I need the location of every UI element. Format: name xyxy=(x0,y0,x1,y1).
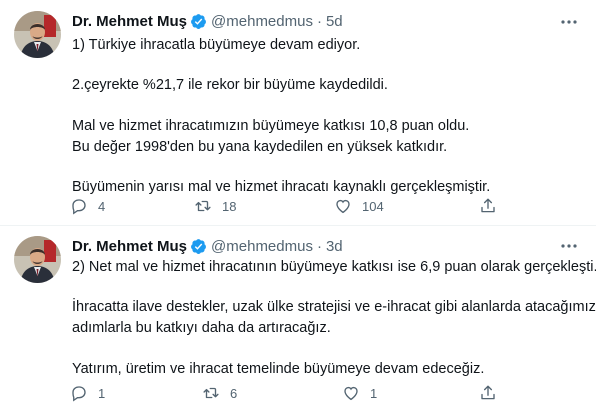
author-handle[interactable]: @mehmedmus xyxy=(211,238,313,255)
dot-separator: · xyxy=(316,12,322,30)
retweet-count: 6 xyxy=(230,385,238,401)
reply-button[interactable]: 1 xyxy=(70,383,105,403)
like-count: 1 xyxy=(370,385,378,401)
dot-separator: · xyxy=(316,237,322,255)
tweet-line: Bu değer 1998'den bu yana kaydedilen en … xyxy=(72,139,448,155)
avatar-photo xyxy=(14,11,61,58)
avatar[interactable] xyxy=(14,236,61,283)
author-handle[interactable]: @mehmedmus xyxy=(211,13,313,30)
verified-badge-icon xyxy=(190,238,207,255)
tweet-timestamp[interactable]: 5d xyxy=(326,13,343,30)
verified-badge-icon xyxy=(190,13,207,30)
tweet-line: 2) Net mal ve hizmet ihracatının büyümey… xyxy=(72,259,596,275)
tweet-line: Büyümenin yarısı mal ve hizmet ihracatı … xyxy=(72,179,491,195)
like-count: 104 xyxy=(362,198,384,214)
tweet-actions: 4 18 104 xyxy=(62,196,502,216)
retweet-count: 18 xyxy=(222,198,237,214)
like-icon xyxy=(344,386,358,401)
retweet-button[interactable]: 6 xyxy=(202,383,237,403)
tweet-line: 2.çeyrekte %21,7 ile rekor bir büyüme ka… xyxy=(72,77,388,93)
tweet-2[interactable]: Dr. Mehmet Muş @mehmedmus · 3d 2) Net ma… xyxy=(0,226,596,418)
tweet-header: Dr. Mehmet Muş @mehmedmus · 5d xyxy=(72,10,343,32)
tweet-line: Yatırım, üretim ve ihracat temelinde büy… xyxy=(72,361,485,377)
tweet-header: Dr. Mehmet Muş @mehmedmus · 3d xyxy=(72,235,343,257)
like-icon xyxy=(336,199,350,214)
retweet-icon xyxy=(203,387,219,399)
tweet-actions: 1 6 1 xyxy=(62,383,502,403)
tweet-1[interactable]: Dr. Mehmet Muş @mehmedmus · 5d 1) Türkiy… xyxy=(0,0,596,226)
like-button[interactable]: 1 xyxy=(342,383,377,403)
tweet-timestamp[interactable]: 3d xyxy=(326,238,343,255)
share-icon xyxy=(481,385,495,400)
author-name[interactable]: Dr. Mehmet Muş xyxy=(72,13,187,30)
avatar-photo xyxy=(14,236,61,283)
tweet-text: 2) Net mal ve hizmet ihracatının büyümey… xyxy=(72,258,596,379)
reply-button[interactable]: 4 xyxy=(70,196,105,216)
reply-icon xyxy=(72,386,86,402)
avatar[interactable] xyxy=(14,11,61,58)
share-button[interactable] xyxy=(479,196,497,216)
reply-count: 1 xyxy=(98,385,106,401)
reply-icon xyxy=(72,199,86,215)
share-icon xyxy=(481,198,495,213)
reply-count: 4 xyxy=(98,198,106,214)
retweet-button[interactable]: 18 xyxy=(194,196,236,216)
like-button[interactable]: 104 xyxy=(334,196,384,216)
tweet-feed: Dr. Mehmet Muş @mehmedmus · 5d 1) Türkiy… xyxy=(0,0,596,418)
more-options-icon[interactable] xyxy=(560,237,578,255)
more-options-icon[interactable] xyxy=(560,13,578,31)
author-name[interactable]: Dr. Mehmet Muş xyxy=(72,238,187,255)
tweet-text: 1) Türkiye ihracatla büyümeye devam ediy… xyxy=(72,36,490,197)
tweet-line: adımlarla bu katkıyı daha da artıracağız… xyxy=(72,320,331,336)
tweet-line: Mal ve hizmet ihracatımızın büyümeye kat… xyxy=(72,118,470,134)
share-button[interactable] xyxy=(479,383,497,403)
tweet-line: İhracatta ilave destekler, uzak ülke str… xyxy=(72,299,596,315)
retweet-icon xyxy=(195,200,211,212)
tweet-line: 1) Türkiye ihracatla büyümeye devam ediy… xyxy=(72,37,361,53)
